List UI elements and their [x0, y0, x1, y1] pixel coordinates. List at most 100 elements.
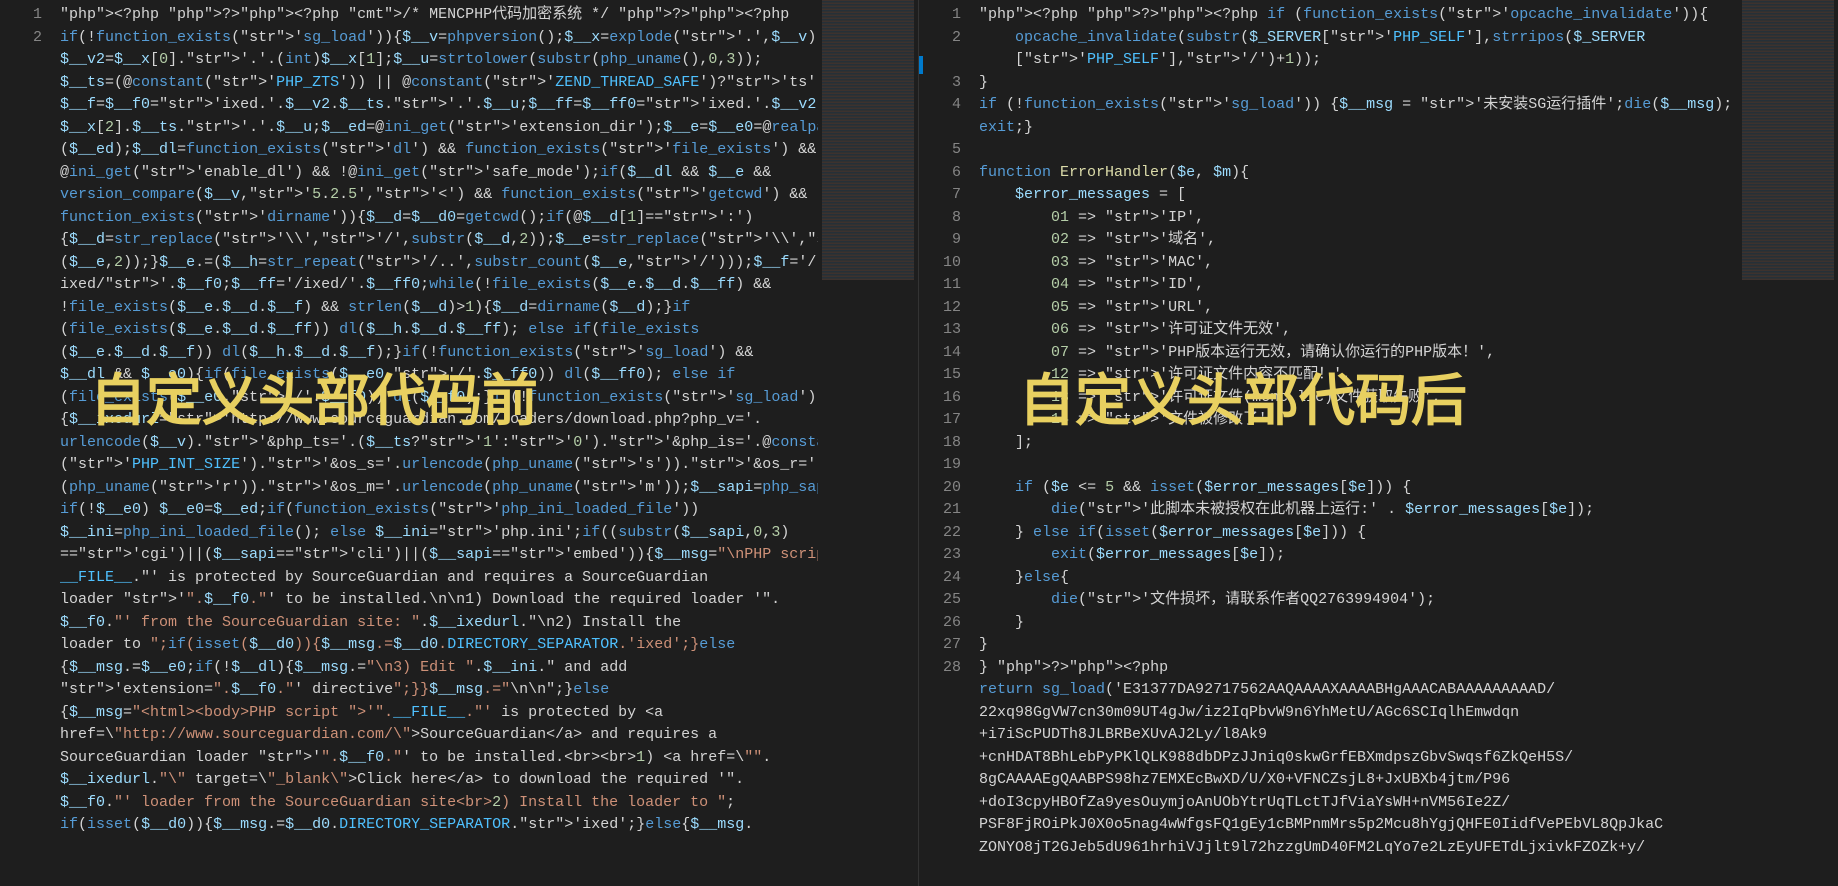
minimap-left[interactable] — [818, 0, 918, 886]
code-line[interactable] — [979, 454, 1738, 477]
code-line[interactable]: $__dl && $__e0){if(file_exists($__e0."st… — [60, 364, 818, 387]
line-number: 11 — [919, 274, 961, 297]
code-line[interactable]: $__ixedurl."\" target=\"_blank\">Click h… — [60, 769, 818, 792]
line-number: 25 — [919, 589, 961, 612]
code-line[interactable]: ["str">'PHP_SELF'],"str">'/')+1)); — [979, 49, 1738, 72]
code-line[interactable]: $__f0."' from the SourceGuardian site: "… — [60, 612, 818, 635]
code-line[interactable]: "php"><?php "php">?>"php"><?php if (func… — [979, 4, 1738, 27]
code-line[interactable]: 04 => "str">'ID', — [979, 274, 1738, 297]
code-line[interactable]: PSF8FjROiPkJ0X0o5nag4wWfgsFQ1gEy1cBMPnmM… — [979, 814, 1738, 837]
code-line[interactable]: (file_exists($__e.$__d.$__ff)) dl($__h.$… — [60, 319, 818, 342]
code-area-right[interactable]: "php"><?php "php">?>"php"><?php if (func… — [979, 0, 1738, 886]
code-line[interactable]: die("str">'此脚本未被授权在此机器上运行:' . $error_mes… — [979, 499, 1738, 522]
code-line[interactable]: !file_exists($__e.$__d.$__f) && strlen($… — [60, 297, 818, 320]
code-line[interactable]: 03 => "str">'MAC', — [979, 252, 1738, 275]
code-line[interactable]: {$__msg="<html><body>PHP script ">'".__F… — [60, 702, 818, 725]
code-line[interactable]: {$__msg.=$__e0;if(!$__dl){$__msg.="\n3) … — [60, 657, 818, 680]
code-line[interactable]: 01 => "str">'IP', — [979, 207, 1738, 230]
code-line[interactable]: version_compare($__v,"str">'5.2.5',"str"… — [60, 184, 818, 207]
code-line[interactable]: $__ts=(@constant("str">'PHP_ZTS')) || @c… — [60, 72, 818, 95]
code-line[interactable]: 02 => "str">'域名', — [979, 229, 1738, 252]
code-line[interactable]: ZONYO8jT2GJeb5dU961hrhiVJjlt9l72hzzgUmD4… — [979, 837, 1738, 860]
code-line[interactable]: (php_uname("str">'r'))."str">'&os_m='.ur… — [60, 477, 818, 500]
code-line[interactable]: } "php">?>"php"><?php — [979, 657, 1738, 680]
code-line[interactable]: }else{ — [979, 567, 1738, 590]
code-line[interactable]: $__v2=$__x[0]."str">'.'.(int)$__x[1];$__… — [60, 49, 818, 72]
line-number — [919, 117, 961, 140]
code-line[interactable]: {$__d=str_replace("str">'\\',"str">'/',s… — [60, 229, 818, 252]
minimap-preview — [1742, 0, 1834, 280]
code-line[interactable]: +cnHDAT8BhLebPyPKlQLK988dbDPzJJniq0skwGr… — [979, 747, 1738, 770]
line-number: 3 — [919, 72, 961, 95]
code-line[interactable]: $__ini=php_ini_loaded_file(); else $__in… — [60, 522, 818, 545]
code-line[interactable]: exit($error_messages[$e]); — [979, 544, 1738, 567]
code-line[interactable]: if(isset($__d0)){$__msg.=$__d0.DIRECTORY… — [60, 814, 818, 837]
code-line[interactable]: $__f=$__f0="str">'ixed.'.$__v2.$__ts."st… — [60, 94, 818, 117]
code-line[interactable]: } else if(isset($error_messages[$e])) { — [979, 522, 1738, 545]
minimap-right[interactable] — [1738, 0, 1838, 886]
code-line[interactable]: +doI3cpyHBOfZa9yesOuymjoAnUObYtrUqTLctTJ… — [979, 792, 1738, 815]
code-line[interactable]: ("str">'PHP_INT_SIZE')."str">'&os_s='.ur… — [60, 454, 818, 477]
line-number: 21 — [919, 499, 961, 522]
line-number: 12 — [919, 297, 961, 320]
code-line[interactable]: loader "str">'".$__f0."' to be installed… — [60, 589, 818, 612]
code-line[interactable]: if ($e <= 5 && isset($error_messages[$e]… — [979, 477, 1738, 500]
code-line[interactable]: "php"><?php "php">?>"php"><?php "cmt">/*… — [60, 4, 818, 27]
code-line[interactable]: function_exists("str">'dirname')){$__d=$… — [60, 207, 818, 230]
code-line[interactable]: ($__e,2));}$__e.=($__h=str_repeat("str">… — [60, 252, 818, 275]
editor-pane-left: 12 "php"><?php "php">?>"php"><?php "cmt"… — [0, 0, 919, 886]
code-line[interactable]: 22xq98GgVW7cn30m09UT4gJw/iz2IqPbvW9n6YhM… — [979, 702, 1738, 725]
code-line[interactable]: return sg_load('E31377DA92717562AAQAAAAX… — [979, 679, 1738, 702]
code-line[interactable]: ixed/"str">'.$__f0;$__ff='/ixed/'.$__ff0… — [60, 274, 818, 297]
code-line[interactable]: "str">'extension=".$__f0."' directive";}… — [60, 679, 818, 702]
code-line[interactable]: ]; — [979, 432, 1738, 455]
code-line[interactable]: 8gCAAAAEgQAABPS98hz7EMXEcBwXD/U/X0+VFNCZ… — [979, 769, 1738, 792]
code-line[interactable]: if (!function_exists("str">'sg_load')) {… — [979, 94, 1738, 117]
code-line[interactable]: die("str">'文件损坏，请联系作者QQ2763994904'); — [979, 589, 1738, 612]
line-number: 2 — [919, 27, 961, 50]
code-line[interactable]: (file_exists($__e0."str">'/'.$__f0)) dl(… — [60, 387, 818, 410]
code-line[interactable]: 13 => "str">'许可证文件(menc.lic)文件获取失败', — [979, 387, 1738, 410]
code-line[interactable]: if(!$__e0) $__e0=$__ed;if(function_exist… — [60, 499, 818, 522]
line-gutter-left: 12 — [0, 0, 60, 886]
code-line[interactable]: 14 => "str">'文件被修改了' — [979, 409, 1738, 432]
line-number: 18 — [919, 432, 961, 455]
code-line[interactable]: href=\"http://www.sourceguardian.com/\">… — [60, 724, 818, 747]
code-line[interactable]: ($__e.$__d.$__f)) dl($__h.$__d.$__f);}if… — [60, 342, 818, 365]
code-line[interactable]: ($__ed);$__dl=function_exists("str">'dl'… — [60, 139, 818, 162]
code-line[interactable]: $error_messages = [ — [979, 184, 1738, 207]
code-line[interactable]: urlencode($__v)."str">'&php_ts='.($__ts?… — [60, 432, 818, 455]
code-line[interactable]: @ini_get("str">'enable_dl') && !@ini_get… — [60, 162, 818, 185]
code-line[interactable]: $__x[2].$__ts."str">'.'.$__u;$__ed=@ini_… — [60, 117, 818, 140]
code-line[interactable]: SourceGuardian loader "str">'".$__f0."' … — [60, 747, 818, 770]
code-line[interactable]: exit;} — [979, 117, 1738, 140]
code-line[interactable]: } — [979, 612, 1738, 635]
minimap-preview — [822, 0, 914, 280]
code-line[interactable]: {$__ixedurl="str">'http://www.sourceguar… — [60, 409, 818, 432]
code-line[interactable]: function ErrorHandler($e, $m){ — [979, 162, 1738, 185]
line-number: 6 — [919, 162, 961, 185]
line-number: 22 — [919, 522, 961, 545]
line-number: 26 — [919, 612, 961, 635]
code-line[interactable]: __FILE__."' is protected by SourceGuardi… — [60, 567, 818, 590]
code-line[interactable]: 06 => "str">'许可证文件无效', — [979, 319, 1738, 342]
line-number: 8 — [919, 207, 961, 230]
line-number: 19 — [919, 454, 961, 477]
line-number: 27 — [919, 634, 961, 657]
code-line[interactable]: $__f0."' loader from the SourceGuardian … — [60, 792, 818, 815]
code-line[interactable]: } — [979, 72, 1738, 95]
code-line[interactable]: 05 => "str">'URL', — [979, 297, 1738, 320]
code-line[interactable] — [979, 139, 1738, 162]
code-line[interactable]: 07 => "str">'PHP版本运行无效，请确认你运行的PHP版本！', — [979, 342, 1738, 365]
line-number: 5 — [919, 139, 961, 162]
code-line[interactable]: +i7iScPUDTh8JLBRBeXUvAJ2Ly/l8Ak9 — [979, 724, 1738, 747]
code-line[interactable]: =="str">'cgi')||($__sapi=="str">'cli')||… — [60, 544, 818, 567]
code-line[interactable]: 12 => "str">'许可证文件内容不匹配！', — [979, 364, 1738, 387]
code-area-left[interactable]: "php"><?php "php">?>"php"><?php "cmt">/*… — [60, 0, 818, 886]
code-line[interactable]: opcache_invalidate(substr($_SERVER["str"… — [979, 27, 1738, 50]
scroll-marker — [919, 56, 923, 74]
code-line[interactable]: } — [979, 634, 1738, 657]
line-number: 7 — [919, 184, 961, 207]
code-line[interactable]: if(!function_exists("str">'sg_load')){$_… — [60, 27, 818, 50]
code-line[interactable]: loader to ";if(isset($__d0)){$__msg.=$__… — [60, 634, 818, 657]
